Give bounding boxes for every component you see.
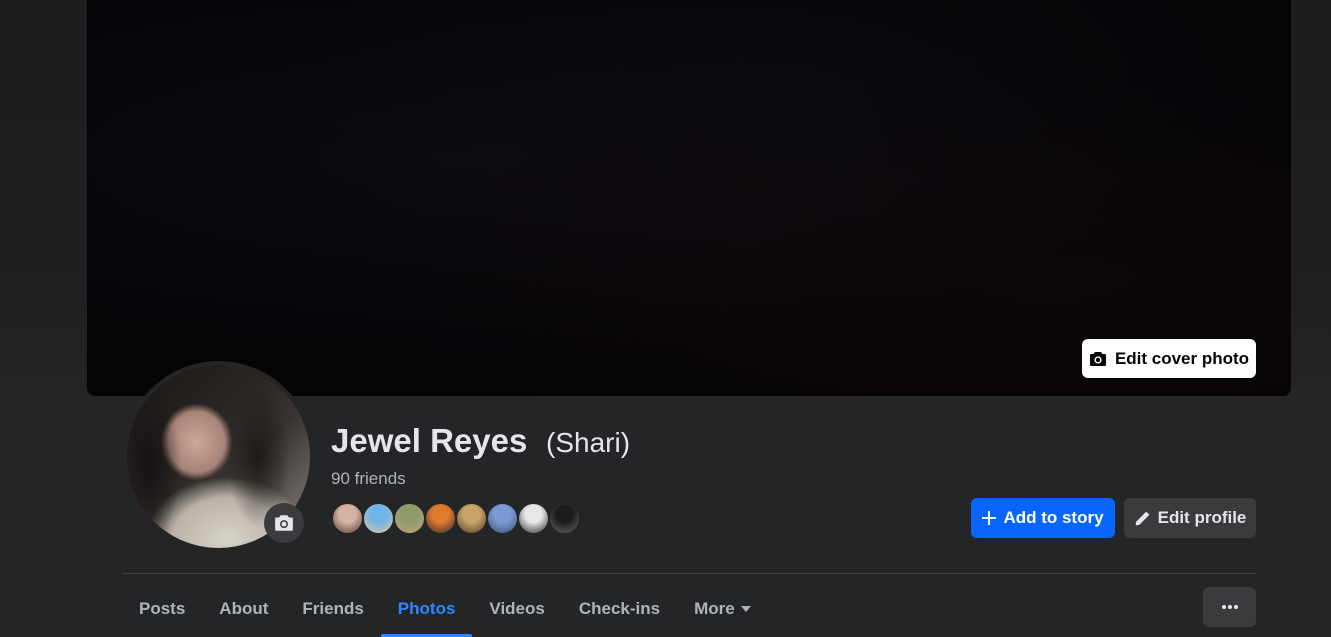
tab-posts[interactable]: Posts: [122, 580, 202, 637]
pencil-icon: [1134, 510, 1151, 527]
friend-avatar[interactable]: [393, 502, 426, 535]
friend-avatar[interactable]: [362, 502, 395, 535]
more-options-button[interactable]: [1203, 587, 1256, 627]
profile-tabs: Posts About Friends Photos Videos Check-…: [122, 580, 768, 637]
friend-avatar[interactable]: [548, 502, 581, 535]
cover-photo[interactable]: [87, 0, 1291, 396]
profile-name: Jewel Reyes: [331, 422, 528, 459]
friend-avatar[interactable]: [455, 502, 488, 535]
edit-profile-button[interactable]: Edit profile: [1124, 498, 1256, 538]
tab-photos[interactable]: Photos: [380, 580, 473, 637]
add-to-story-label: Add to story: [1003, 508, 1104, 527]
tab-label: Posts: [139, 598, 186, 618]
edit-cover-photo-button[interactable]: Edit cover photo: [1082, 339, 1256, 378]
camera-icon: [274, 514, 294, 532]
caret-down-icon: [740, 605, 751, 612]
friends-count-link[interactable]: 90 friends: [331, 469, 406, 489]
friend-avatar[interactable]: [517, 502, 550, 535]
tab-more[interactable]: More: [677, 580, 768, 637]
friend-avatar[interactable]: [331, 502, 364, 535]
friend-avatar[interactable]: [486, 502, 519, 535]
update-profile-picture-button[interactable]: [264, 503, 304, 543]
ellipsis-icon: [1221, 605, 1238, 609]
cover-photo-image: [87, 0, 1291, 396]
friend-avatar[interactable]: [424, 502, 457, 535]
tab-videos[interactable]: Videos: [472, 580, 561, 637]
tab-friends[interactable]: Friends: [285, 580, 380, 637]
tab-label: Videos: [489, 598, 545, 618]
plus-icon: [982, 511, 997, 525]
tab-label: Check-ins: [578, 598, 661, 618]
tabs-divider: [122, 573, 1256, 574]
camera-icon: [1089, 351, 1107, 367]
tab-about[interactable]: About: [202, 580, 285, 637]
tab-check-ins[interactable]: Check-ins: [562, 580, 677, 637]
edit-cover-photo-label: Edit cover photo: [1114, 348, 1250, 368]
tab-label: Friends: [302, 598, 364, 618]
edit-profile-label: Edit profile: [1157, 508, 1247, 527]
profile-alternate-name: (Shari): [546, 427, 631, 458]
add-to-story-button[interactable]: Add to story: [971, 498, 1115, 538]
tab-label: More: [694, 598, 735, 618]
tab-label: Photos: [397, 598, 456, 618]
tab-label: About: [219, 598, 269, 618]
